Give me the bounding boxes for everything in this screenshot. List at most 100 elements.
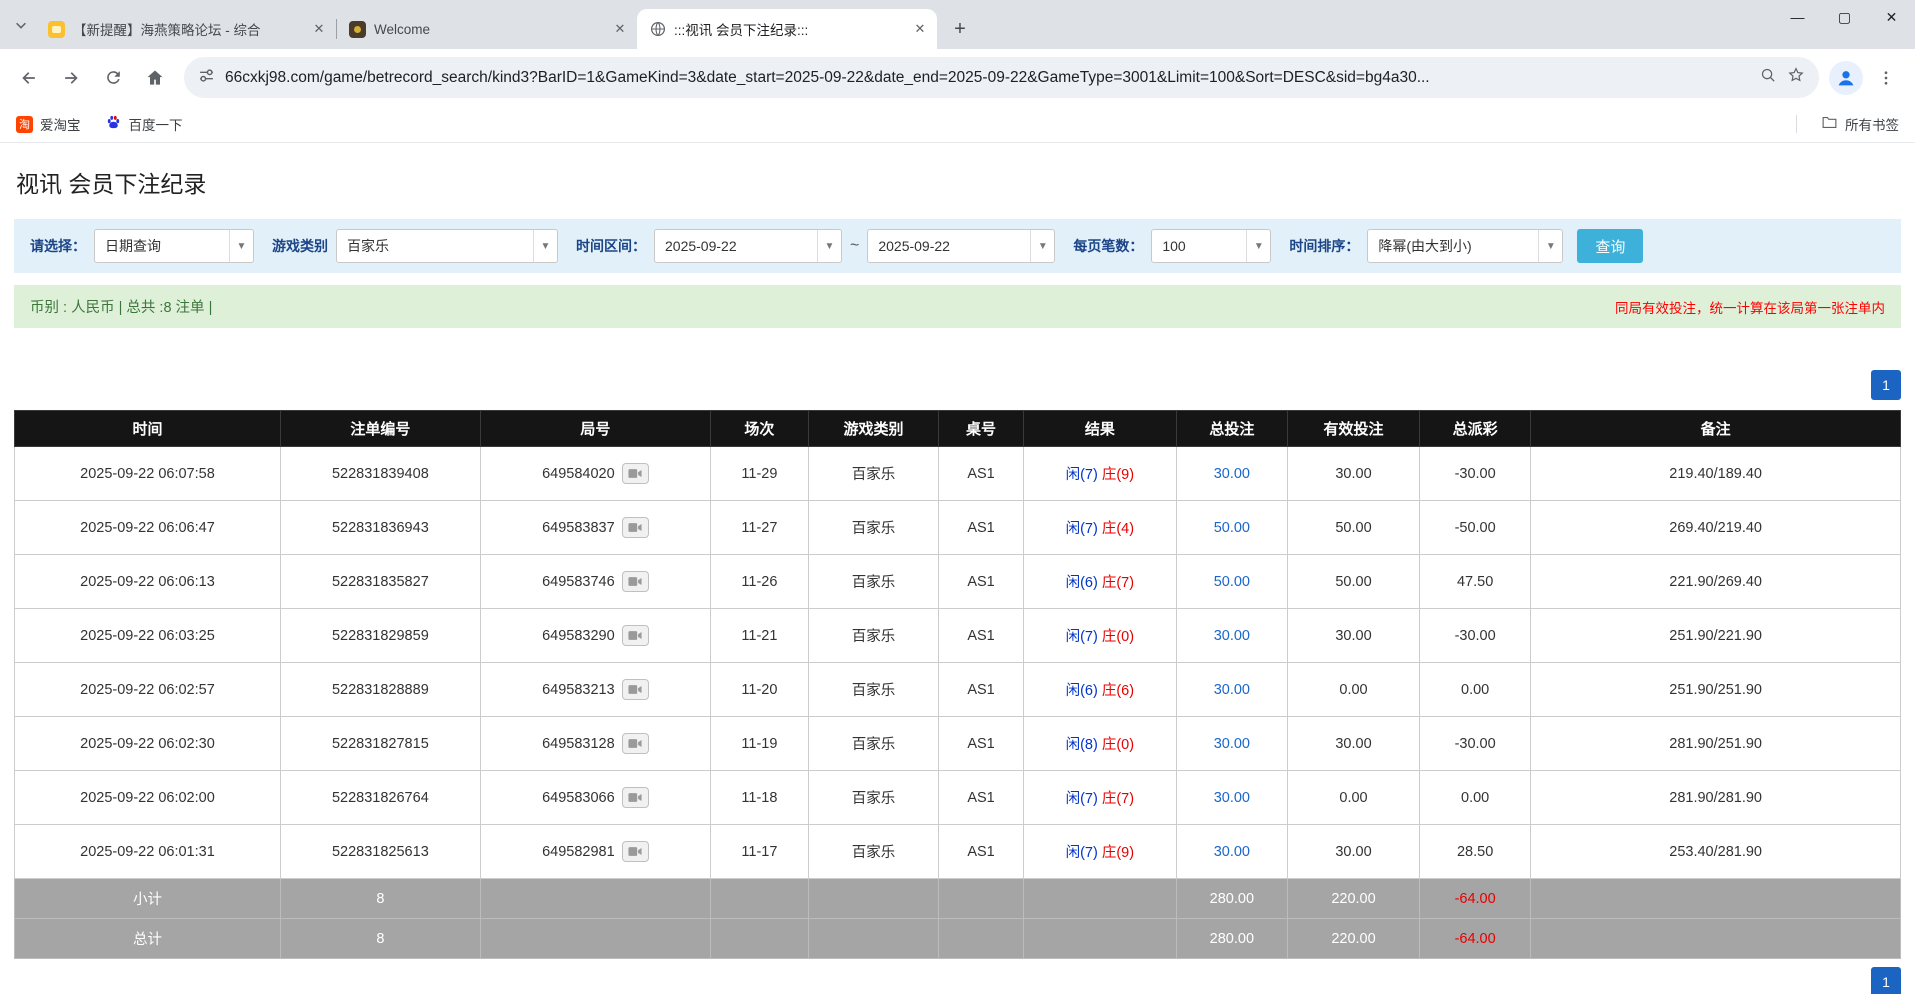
table-row: 2025-09-22 06:06:47522831836943649583837… xyxy=(15,501,1901,555)
round-video-button[interactable] xyxy=(622,517,649,538)
chevron-down-icon[interactable]: ▼ xyxy=(1246,230,1270,262)
round-video-button[interactable] xyxy=(622,625,649,646)
url-text[interactable]: 66cxkj98.com/game/betrecord_search/kind3… xyxy=(225,69,1750,87)
page-1-button[interactable]: 1 xyxy=(1871,370,1901,400)
round-video-button[interactable] xyxy=(622,733,649,754)
chevron-down-icon[interactable]: ▼ xyxy=(1538,230,1562,262)
tab-search-chevron-icon[interactable] xyxy=(8,12,34,38)
bookmarks-bar: 淘 爱淘宝 百度一下 所有书签 xyxy=(0,106,1915,143)
round-cell: 649583837 xyxy=(480,501,710,555)
chevron-down-icon[interactable]: ▼ xyxy=(1030,230,1054,262)
total-bet-link[interactable]: 30.00 xyxy=(1214,790,1250,806)
date-start-value: 2025-09-22 xyxy=(655,238,817,254)
pagination-top: 1 xyxy=(14,370,1901,400)
game-type-dropdown[interactable]: 百家乐 ▼ xyxy=(336,229,558,263)
round-id: 649583837 xyxy=(542,520,615,536)
total-bet-link[interactable]: 30.00 xyxy=(1214,466,1250,482)
bookmark-taobao[interactable]: 淘 爱淘宝 xyxy=(16,114,81,134)
time-cell: 2025-09-22 06:06:13 xyxy=(15,555,281,609)
close-window-button[interactable]: ✕ xyxy=(1868,0,1915,34)
total-bet-link[interactable]: 30.00 xyxy=(1214,844,1250,860)
baidu-paw-icon xyxy=(105,114,122,134)
round-cell: 649583290 xyxy=(480,609,710,663)
per-page-dropdown[interactable]: 100 ▼ xyxy=(1151,229,1271,263)
total-bet-link[interactable]: 30.00 xyxy=(1214,682,1250,698)
round-cell: 649583746 xyxy=(480,555,710,609)
query-button[interactable]: 查询 xyxy=(1577,229,1643,263)
minimize-button[interactable]: — xyxy=(1774,0,1821,34)
remark-cell: 221.90/269.40 xyxy=(1531,555,1901,609)
empty-cell xyxy=(1531,879,1901,919)
browser-menu-icon[interactable] xyxy=(1867,59,1905,97)
new-tab-button[interactable]: + xyxy=(945,14,975,44)
total-row: 总计 8 280.00 220.00 -64.00 xyxy=(15,919,1901,959)
table-no-cell: AS1 xyxy=(939,771,1024,825)
empty-cell xyxy=(1023,919,1176,959)
all-bookmarks-button[interactable]: 所有书签 xyxy=(1821,114,1899,134)
tab-welcome[interactable]: Welcome ✕ xyxy=(337,9,637,49)
refresh-button[interactable] xyxy=(94,59,132,97)
bookmark-label: 百度一下 xyxy=(129,114,183,134)
remark-cell: 281.90/281.90 xyxy=(1531,771,1901,825)
result-banker: 庄(4) xyxy=(1102,521,1134,537)
result-cell: 闲(6) 庄(6) xyxy=(1023,663,1176,717)
round-video-button[interactable] xyxy=(622,787,649,808)
subtotal-row: 小计 8 280.00 220.00 -64.00 xyxy=(15,879,1901,919)
tab-forum[interactable]: 【新提醒】海燕策略论坛 - 综合 ✕ xyxy=(36,9,336,49)
header-round: 局号 xyxy=(480,411,710,447)
per-page-label: 每页笔数： xyxy=(1073,236,1143,256)
sort-dropdown[interactable]: 降幂(由大到小) ▼ xyxy=(1367,229,1563,263)
page-1-button[interactable]: 1 xyxy=(1871,967,1901,994)
forward-button[interactable] xyxy=(52,59,90,97)
tab-title: 【新提醒】海燕策略论坛 - 综合 xyxy=(73,19,302,39)
header-total-bet: 总投注 xyxy=(1176,411,1287,447)
chevron-down-icon[interactable]: ▼ xyxy=(229,230,253,262)
round-cell: 649583213 xyxy=(480,663,710,717)
round-video-button[interactable] xyxy=(622,463,649,484)
subtotal-count: 8 xyxy=(280,879,480,919)
date-start-dropdown[interactable]: 2025-09-22 ▼ xyxy=(654,229,842,263)
round-video-button[interactable] xyxy=(622,841,649,862)
tab-close-icon[interactable]: ✕ xyxy=(911,20,929,38)
round-video-button[interactable] xyxy=(622,679,649,700)
total-bet-link[interactable]: 30.00 xyxy=(1214,736,1250,752)
round-id: 649582981 xyxy=(542,844,615,860)
address-bar[interactable]: 66cxkj98.com/game/betrecord_search/kind3… xyxy=(184,57,1819,98)
result-banker: 庄(0) xyxy=(1102,629,1134,645)
total-bet-link[interactable]: 50.00 xyxy=(1214,520,1250,536)
bet-id-cell: 522831825613 xyxy=(280,825,480,879)
bookmark-baidu[interactable]: 百度一下 xyxy=(105,114,183,134)
home-button[interactable] xyxy=(136,59,174,97)
tab-close-icon[interactable]: ✕ xyxy=(310,20,328,38)
table-no-cell: AS1 xyxy=(939,663,1024,717)
result-player: 闲(8) xyxy=(1066,737,1098,753)
summary-body: 小计 8 280.00 220.00 -64.00 总计 8 xyxy=(15,879,1901,959)
round-id: 649583066 xyxy=(542,790,615,806)
empty-cell xyxy=(1023,879,1176,919)
result-banker: 庄(9) xyxy=(1102,467,1134,483)
maximize-button[interactable]: ▢ xyxy=(1821,0,1868,34)
chevron-down-icon[interactable]: ▼ xyxy=(817,230,841,262)
header-game-type: 游戏类别 xyxy=(808,411,938,447)
zoom-icon[interactable] xyxy=(1760,67,1777,89)
table-row: 2025-09-22 06:02:30522831827815649583128… xyxy=(15,717,1901,771)
profile-avatar[interactable] xyxy=(1829,61,1863,95)
query-mode-dropdown[interactable]: 日期查询 ▼ xyxy=(94,229,254,263)
date-end-dropdown[interactable]: 2025-09-22 ▼ xyxy=(867,229,1055,263)
result-cell: 闲(8) 庄(0) xyxy=(1023,717,1176,771)
tab-close-icon[interactable]: ✕ xyxy=(611,20,629,38)
total-bet-link[interactable]: 50.00 xyxy=(1214,574,1250,590)
header-table-no: 桌号 xyxy=(939,411,1024,447)
browser-toolbar: 66cxkj98.com/game/betrecord_search/kind3… xyxy=(0,49,1915,106)
back-button[interactable] xyxy=(10,59,48,97)
tab-bet-records-active[interactable]: :::视讯 会员下注纪录::: ✕ xyxy=(637,9,937,49)
bet-id-cell: 522831828889 xyxy=(280,663,480,717)
round-video-button[interactable] xyxy=(622,571,649,592)
total-bet-link[interactable]: 30.00 xyxy=(1214,628,1250,644)
bookmark-star-icon[interactable] xyxy=(1787,66,1805,89)
site-settings-icon[interactable] xyxy=(198,67,215,89)
round-cell: 649583128 xyxy=(480,717,710,771)
chevron-down-icon[interactable]: ▼ xyxy=(533,230,557,262)
remark-cell: 251.90/221.90 xyxy=(1531,609,1901,663)
subtotal-valid-bet: 220.00 xyxy=(1287,879,1419,919)
